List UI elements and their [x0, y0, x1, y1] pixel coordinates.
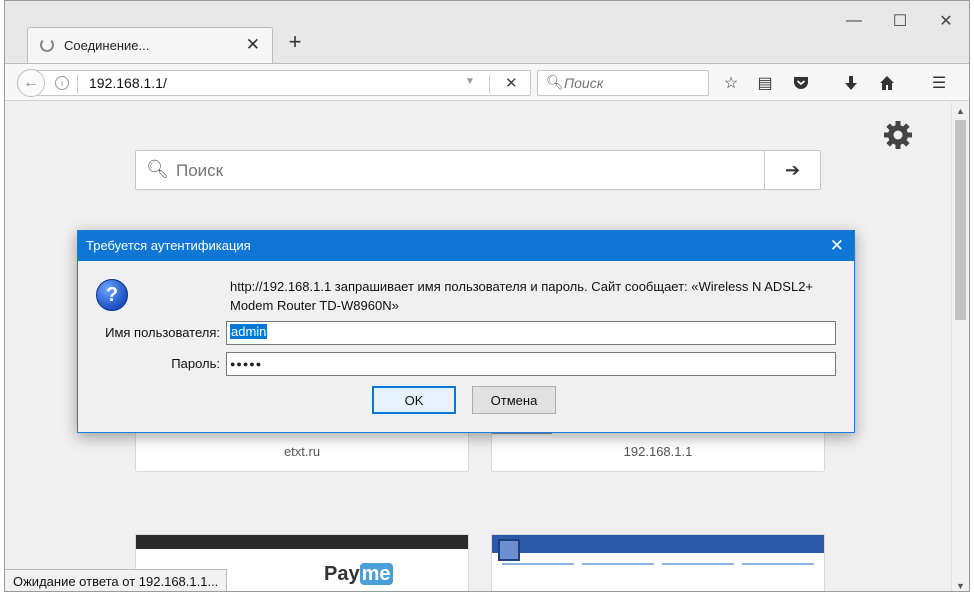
search-input[interactable] — [564, 74, 704, 92]
password-field[interactable]: ●●●●● — [226, 352, 836, 376]
dropdown-icon[interactable]: ▼ — [465, 76, 475, 87]
password-label: Пароль: — [171, 356, 220, 371]
dialog-message: http://192.168.1.1 запрашивает имя польз… — [230, 279, 814, 313]
password-value: ●●●●● — [230, 359, 263, 369]
scroll-thumb[interactable] — [955, 120, 966, 320]
dialog-titlebar: Требуется аутентификация ✕ — [78, 231, 854, 261]
tile-label: etxt.ru — [136, 431, 468, 471]
search-bar[interactable]: 🔍︎ — [537, 70, 709, 96]
home-search-box[interactable]: 🔍︎ ➔ — [135, 150, 821, 190]
payme-logo-accent: me — [359, 563, 393, 585]
cancel-button[interactable]: Отмена — [472, 386, 556, 414]
browser-window: — ☐ ✕ Соединение... ✕ + i 192.168.1.1/ ▼… — [4, 0, 970, 592]
preview-header — [136, 535, 468, 549]
home-icon[interactable] — [875, 71, 899, 95]
payme-logo: Pay me — [324, 563, 393, 586]
url-divider — [489, 75, 490, 93]
scroll-down-icon[interactable]: ▼ — [956, 581, 965, 591]
preview-header — [492, 535, 824, 553]
username-label: Имя пользователя: — [105, 325, 220, 340]
scrollbar[interactable]: ▲ ▼ — [951, 102, 969, 591]
payme-logo-text: Pay — [324, 563, 360, 585]
info-icon[interactable]: i — [55, 76, 69, 90]
search-icon: 🔍︎ — [146, 159, 169, 179]
new-tab-button[interactable]: + — [281, 29, 309, 55]
tab-strip: — ☐ ✕ Соединение... ✕ + — [5, 1, 969, 63]
minimize-button[interactable]: — — [831, 1, 877, 41]
url-bar[interactable]: i 192.168.1.1/ ▼ ✕ — [37, 70, 531, 96]
window-close-button[interactable]: ✕ — [923, 1, 969, 41]
back-arrow-icon[interactable]: ← — [17, 69, 45, 97]
url-divider — [77, 75, 78, 93]
home-search-input[interactable] — [176, 160, 756, 182]
bookmark-star-icon[interactable]: ☆ — [719, 71, 743, 95]
status-bar: Ожидание ответа от 192.168.1.1... — [5, 569, 228, 591]
arrow-right-icon[interactable]: ➔ — [764, 151, 820, 189]
preview-logo — [498, 539, 520, 561]
username-value: admin — [230, 324, 268, 339]
tab-title: Соединение... — [64, 38, 150, 53]
loading-spinner-icon — [40, 38, 54, 52]
search-icon: 🔍︎ — [546, 74, 564, 90]
download-icon[interactable] — [839, 71, 863, 95]
tab-close-icon[interactable]: ✕ — [246, 35, 260, 55]
ok-button[interactable]: OK — [372, 386, 456, 414]
gear-icon[interactable] — [883, 120, 913, 158]
tab-active[interactable]: Соединение... ✕ — [27, 27, 273, 63]
dialog-close-icon[interactable]: ✕ — [830, 231, 844, 261]
question-icon: ? — [96, 279, 128, 311]
window-controls: — ☐ ✕ — [831, 1, 969, 41]
stop-icon[interactable]: ✕ — [505, 74, 518, 92]
tile-label: 192.168.1.1 — [492, 431, 824, 471]
reader-list-icon[interactable]: ▤ — [753, 71, 777, 95]
url-text[interactable]: 192.168.1.1/ — [89, 75, 167, 91]
auth-dialog: Требуется аутентификация ✕ ? http://192.… — [77, 230, 855, 433]
nav-bar: i 192.168.1.1/ ▼ ✕ ← 🔍︎ ☆ ▤ ☰ — [5, 63, 969, 101]
username-field[interactable]: admin — [226, 321, 836, 345]
pocket-icon[interactable] — [789, 71, 813, 95]
preview-columns — [502, 563, 814, 591]
tile-forum-preview[interactable] — [491, 534, 825, 591]
scroll-up-icon[interactable]: ▲ — [956, 106, 965, 116]
maximize-button[interactable]: ☐ — [877, 1, 923, 41]
menu-icon[interactable]: ☰ — [927, 71, 951, 95]
dialog-title: Требуется аутентификация — [86, 238, 251, 253]
